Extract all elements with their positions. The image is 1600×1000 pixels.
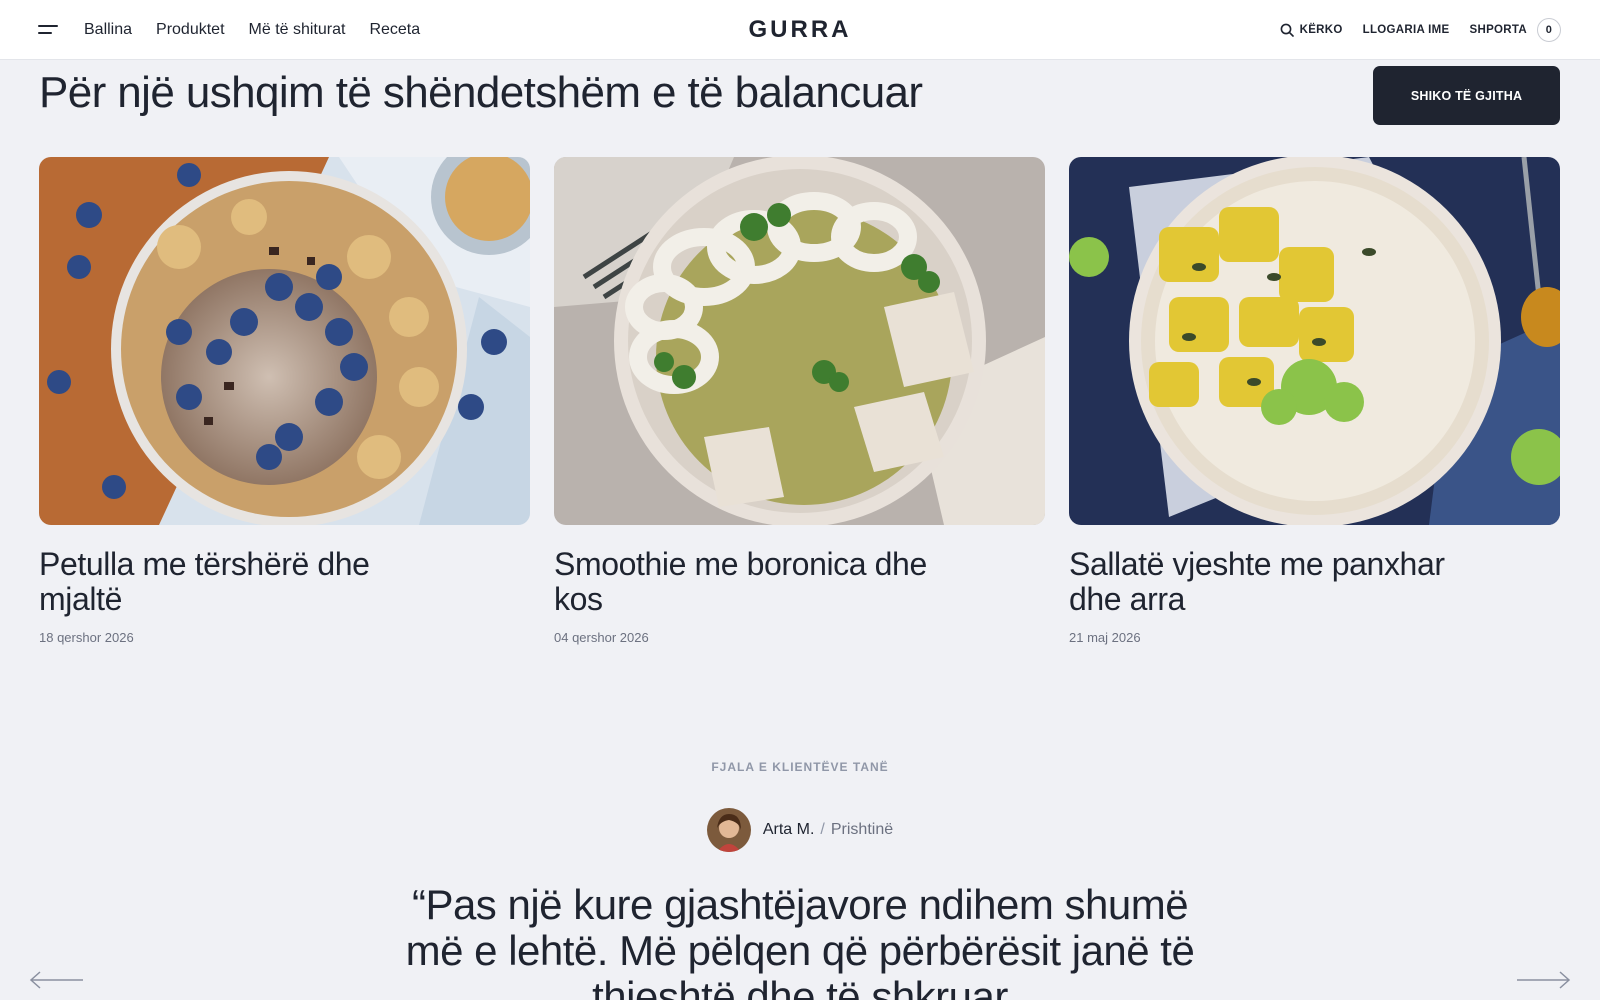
- recipe-card[interactable]: Sallatë vjeshte me panxhar dhe arra 21 m…: [1069, 157, 1560, 645]
- site-logo[interactable]: GURRA: [749, 16, 852, 44]
- recipe-date: 18 qershor 2026: [39, 630, 134, 645]
- account-label: LLOGARIA IME: [1362, 24, 1450, 36]
- recipe-image[interactable]: [554, 157, 1045, 525]
- nav-link-recipes[interactable]: Receta: [369, 21, 420, 39]
- recipe-card[interactable]: Petulla me tërshërë dhe mjaltë 18 qersho…: [39, 157, 530, 645]
- nav-link-home[interactable]: Ballina: [84, 21, 132, 39]
- recipe-image[interactable]: [1069, 157, 1560, 525]
- cart-button[interactable]: SHPORTA 0: [1470, 18, 1561, 42]
- author-name: Arta M.: [762, 821, 815, 838]
- testimonial-author: Arta M. / Prishtinë: [0, 808, 1600, 852]
- testimonials-eyebrow: FJALA E KLIENTËVE TANË: [711, 760, 889, 774]
- view-all-button[interactable]: SHIKO TË GJITHA: [1373, 66, 1560, 125]
- author-separator: /: [820, 821, 825, 838]
- next-arrow-icon[interactable]: [1515, 968, 1571, 992]
- section-title: Për një ushqim të shëndetshëm e të balan…: [39, 68, 923, 117]
- recipe-date: 21 maj 2026: [1069, 630, 1141, 645]
- recipe-card[interactable]: Smoothie me boronica dhe kos 04 qershor …: [554, 157, 1045, 645]
- header-actions: KËRKO LLOGARIA IME SHPORTA 0: [1280, 0, 1561, 60]
- menu-icon[interactable]: [38, 20, 60, 40]
- cart-label: SHPORTA: [1469, 24, 1527, 36]
- recipe-title[interactable]: Sallatë vjeshte me panxhar dhe arra: [1069, 547, 1489, 617]
- account-link[interactable]: LLOGARIA IME: [1363, 24, 1450, 36]
- recipe-image[interactable]: [39, 157, 530, 525]
- avatar: [706, 808, 751, 852]
- nav-link-products[interactable]: Produktet: [156, 21, 224, 39]
- testimonial-quote: “Pas një kure gjashtëjavore ndihem shumë…: [405, 881, 1195, 1000]
- nav-link-bestsellers[interactable]: Më të shiturat: [249, 21, 346, 39]
- main-nav: Ballina Produktet Më të shiturat Receta: [84, 0, 420, 60]
- search-button[interactable]: KËRKO: [1280, 23, 1343, 37]
- search-icon: [1280, 23, 1294, 37]
- recipe-title[interactable]: Petulla me tërshërë dhe mjaltë: [39, 547, 459, 617]
- recipe-title[interactable]: Smoothie me boronica dhe kos: [554, 547, 974, 617]
- author-city: Prishtinë: [830, 821, 894, 838]
- cart-count-badge: 0: [1537, 18, 1561, 42]
- site-header: Ballina Produktet Më të shiturat Receta …: [0, 0, 1600, 60]
- prev-arrow-icon[interactable]: [29, 968, 85, 992]
- recipe-date: 04 qershor 2026: [554, 630, 649, 645]
- search-label: KËRKO: [1299, 24, 1343, 36]
